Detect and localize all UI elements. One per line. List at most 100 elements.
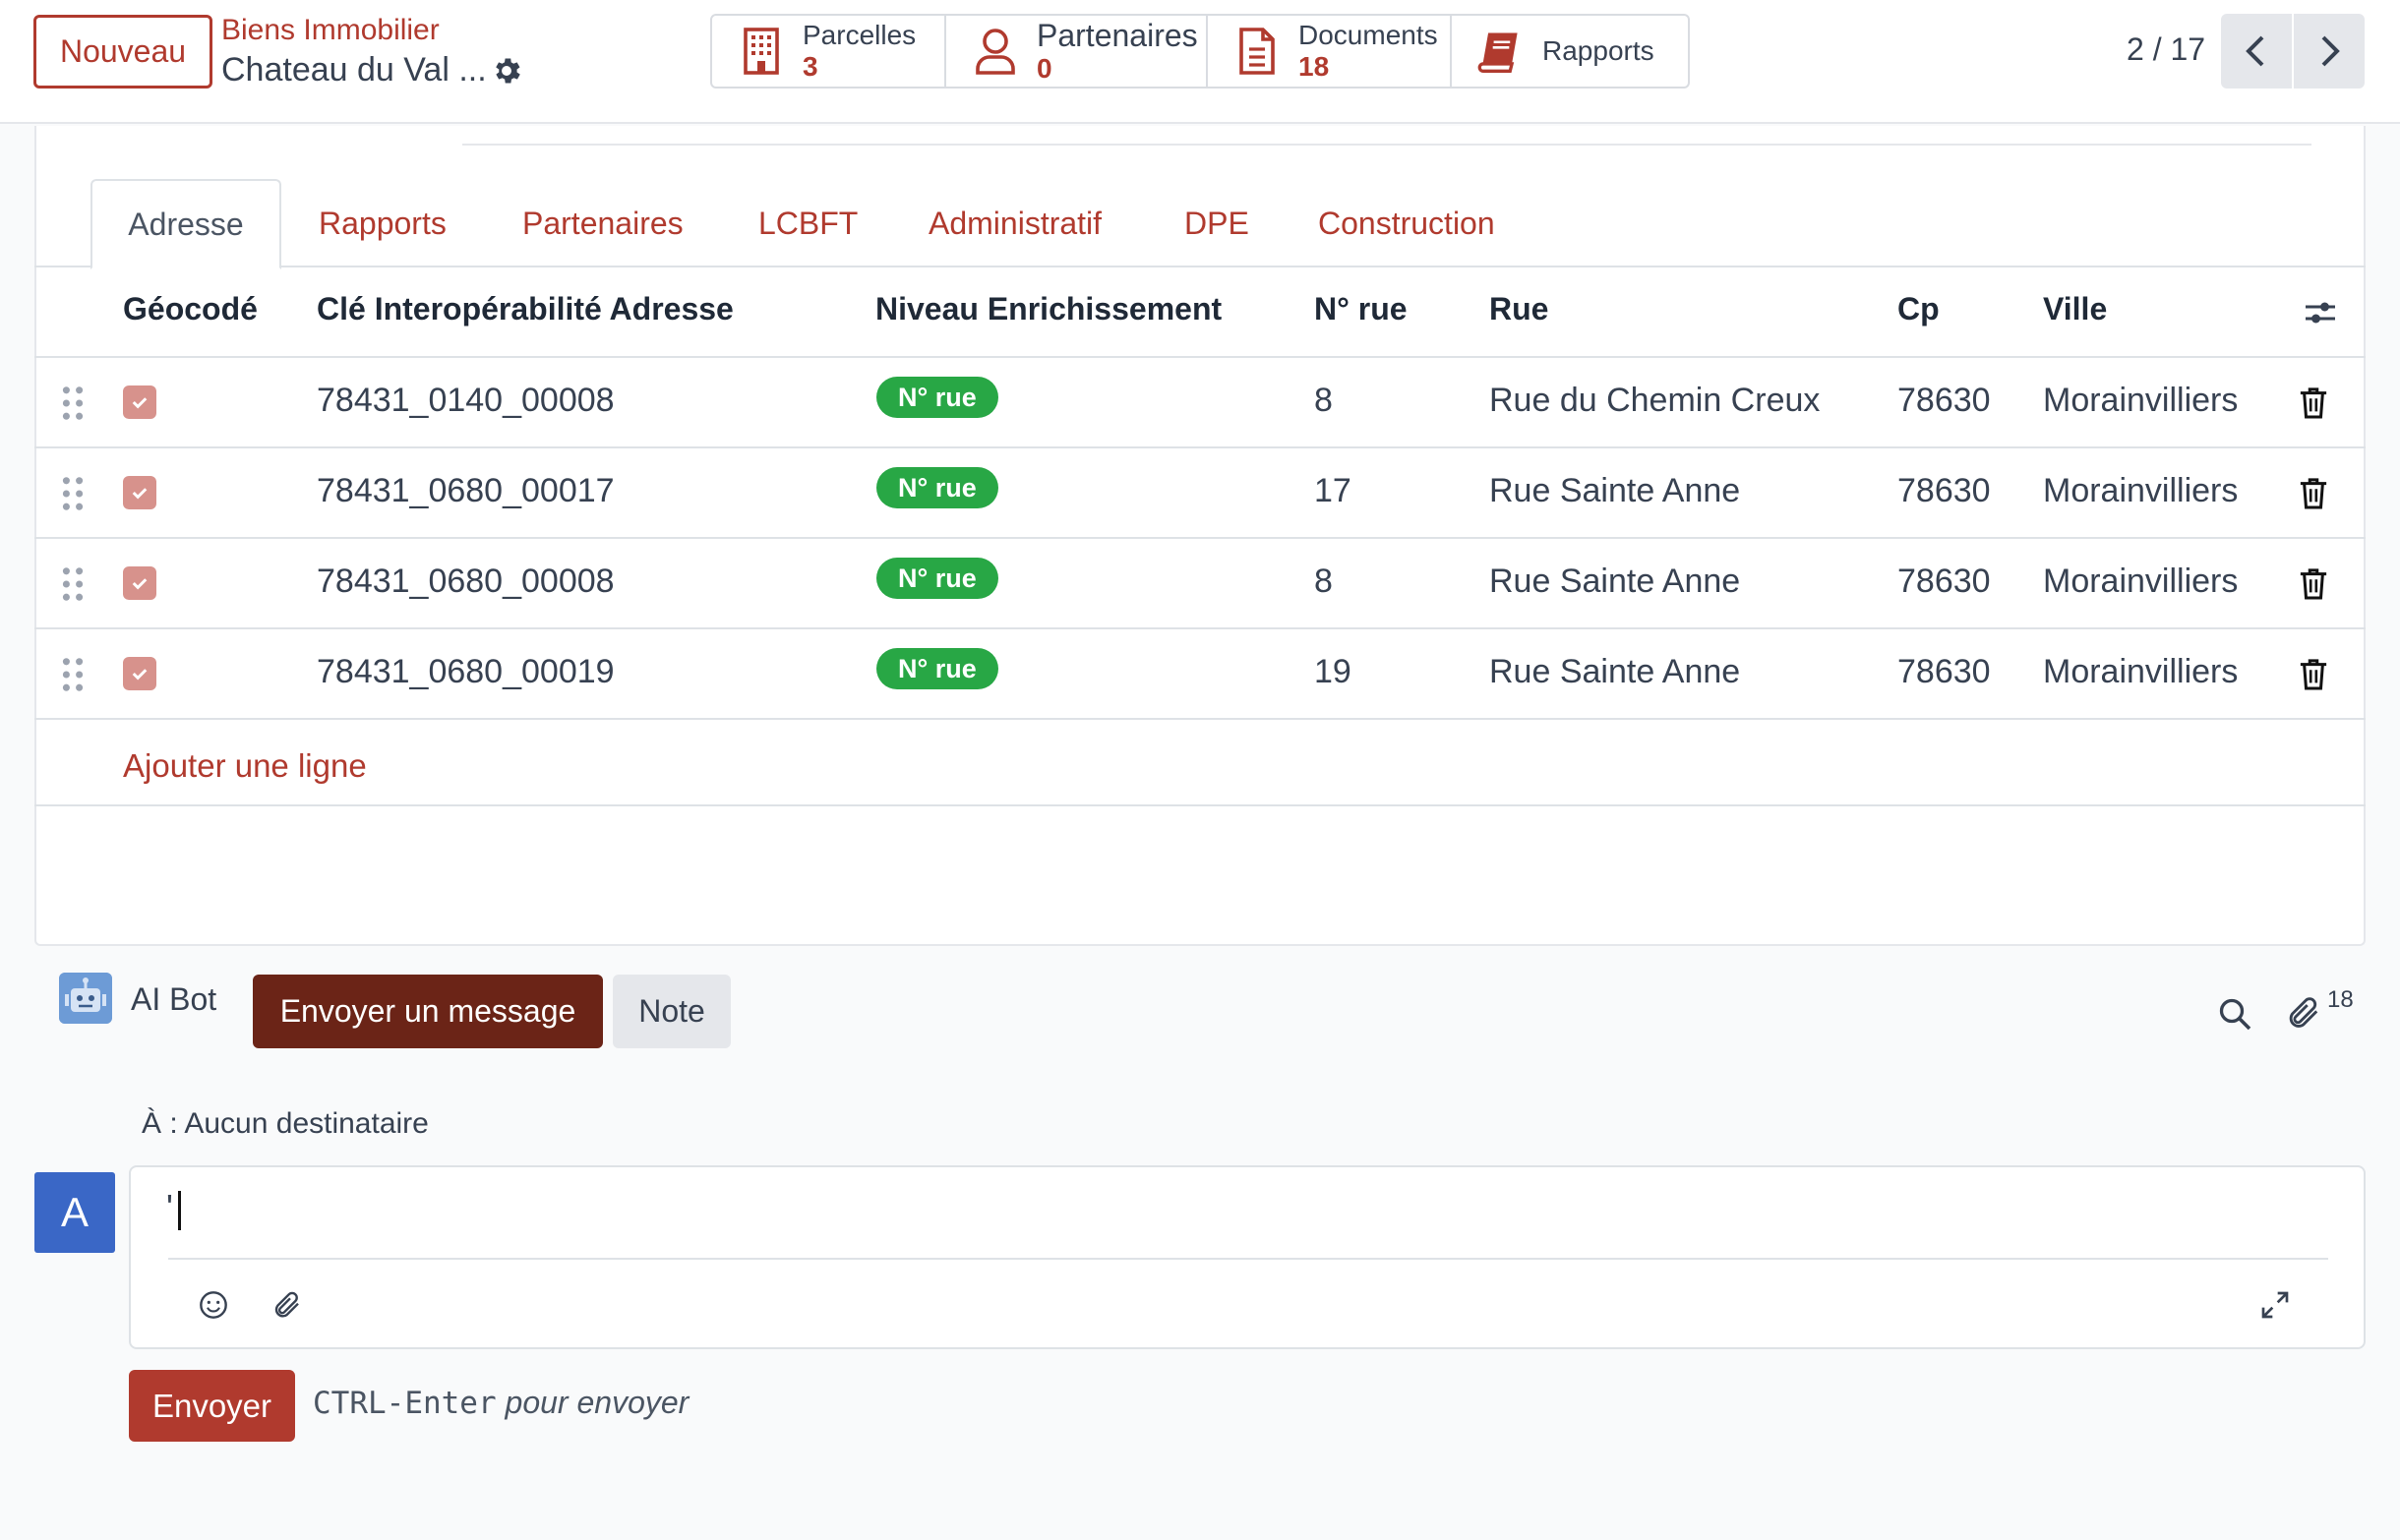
drag-handle-icon[interactable] [62, 476, 84, 511]
parcelles-label: Parcelles [803, 20, 917, 50]
cell-cp[interactable]: 78630 [1897, 563, 1991, 601]
cell-ville[interactable]: Morainvilliers [2043, 472, 2238, 510]
cell-ville[interactable]: Morainvilliers [2043, 653, 2238, 691]
geocode-checkbox[interactable] [123, 566, 156, 600]
message-composer[interactable]: ' [129, 1165, 2366, 1349]
column-header-niveau[interactable]: Niveau Enrichissement [875, 291, 1222, 327]
column-settings-icon[interactable] [2303, 295, 2338, 330]
drag-handle-icon[interactable] [62, 385, 84, 421]
log-note-button[interactable]: Note [613, 975, 731, 1048]
tab-rapports[interactable]: Rapports [319, 179, 447, 267]
shortcut-key: CTRL-Enter [313, 1386, 497, 1421]
user-icon [976, 29, 1015, 75]
table-row[interactable]: 78431_0680_00019 N° rue 19 Rue Sainte An… [34, 629, 2366, 720]
trash-icon[interactable] [2299, 385, 2328, 419]
geocode-checkbox[interactable] [123, 476, 156, 509]
column-header-cp[interactable]: Cp [1897, 291, 1940, 327]
geocode-checkbox[interactable] [123, 385, 156, 419]
cell-cle[interactable]: 78431_0680_00019 [317, 653, 615, 691]
drag-handle-icon[interactable] [62, 566, 84, 602]
check-icon [132, 578, 148, 590]
attach-file-icon[interactable] [270, 1289, 302, 1321]
bot-name: AI Bot [131, 981, 217, 1017]
chevron-left-icon [2246, 35, 2264, 67]
niveau-badge: N° rue [876, 377, 998, 418]
table-bottom-divider [34, 804, 2366, 806]
recipients-label: À : Aucun destinataire [142, 1107, 429, 1140]
gear-icon[interactable] [490, 54, 523, 88]
field-underline [462, 144, 2311, 146]
tab-administratif[interactable]: Administratif [929, 179, 1102, 267]
avatar: A [34, 1172, 115, 1253]
cell-rue[interactable]: Rue Sainte Anne [1489, 472, 1740, 510]
niveau-badge: N° rue [876, 648, 998, 689]
cell-ville[interactable]: Morainvilliers [2043, 563, 2238, 601]
documents-smart-button[interactable]: Documents 18 [1208, 14, 1452, 89]
cell-num[interactable]: 8 [1314, 563, 1333, 601]
breadcrumb-current: Chateau du Val ... [221, 51, 487, 89]
previous-record-button[interactable] [2221, 14, 2292, 89]
trash-icon[interactable] [2299, 566, 2328, 600]
attachment-count: 18 [2327, 986, 2354, 1013]
cell-cp[interactable]: 78630 [1897, 653, 1991, 691]
cell-cle[interactable]: 78431_0140_00008 [317, 382, 615, 420]
send-button[interactable]: Envoyer [129, 1370, 295, 1442]
shortcut-text: pour envoyer [505, 1385, 690, 1420]
cell-cle[interactable]: 78431_0680_00017 [317, 472, 615, 510]
rapports-smart-button[interactable]: Rapports [1452, 14, 1690, 89]
expand-icon[interactable] [2259, 1289, 2291, 1321]
partenaires-label: Partenaires [1037, 18, 1198, 53]
cell-num[interactable]: 17 [1314, 472, 1351, 510]
column-header-cle[interactable]: Clé Interopérabilité Adresse [317, 291, 734, 327]
next-record-button[interactable] [2294, 14, 2365, 89]
trash-icon[interactable] [2299, 476, 2328, 509]
send-shortcut-hint: CTRL-Enter pour envoyer [313, 1385, 689, 1421]
trash-icon[interactable] [2299, 657, 2328, 690]
send-message-button[interactable]: Envoyer un message [253, 975, 603, 1048]
composer-divider [168, 1258, 2328, 1260]
check-icon [132, 669, 148, 681]
tab-construction[interactable]: Construction [1318, 179, 1495, 267]
cell-num[interactable]: 19 [1314, 653, 1351, 691]
column-header-rue[interactable]: Rue [1489, 291, 1548, 327]
rapports-label: Rapports [1542, 35, 1654, 66]
cell-num[interactable]: 8 [1314, 382, 1333, 420]
tab-dpe[interactable]: DPE [1184, 179, 1249, 267]
cell-rue[interactable]: Rue du Chemin Creux [1489, 382, 1820, 420]
cell-rue[interactable]: Rue Sainte Anne [1489, 563, 1740, 601]
partenaires-count: 0 [1037, 53, 1052, 84]
message-input[interactable]: ' [166, 1187, 173, 1228]
breadcrumb-parent[interactable]: Biens Immobilier [221, 14, 440, 47]
cell-cle[interactable]: 78431_0680_00008 [317, 563, 615, 601]
documents-label: Documents [1298, 20, 1438, 50]
cell-cp[interactable]: 78630 [1897, 472, 1991, 510]
niveau-badge: N° rue [876, 558, 998, 599]
pager-value[interactable]: 2 / 17 [2127, 31, 2205, 68]
tab-lcbft[interactable]: LCBFT [758, 179, 858, 267]
add-line-link[interactable]: Ajouter une ligne [123, 747, 367, 785]
search-icon[interactable] [2217, 996, 2252, 1032]
tab-adresse[interactable]: Adresse [90, 179, 281, 269]
new-button[interactable]: Nouveau [33, 15, 212, 89]
niveau-badge: N° rue [876, 467, 998, 508]
robot-icon [59, 973, 112, 1024]
table-row[interactable]: 78431_0680_00017 N° rue 17 Rue Sainte An… [34, 448, 2366, 539]
file-icon [1239, 28, 1275, 75]
emoji-icon[interactable] [198, 1289, 229, 1321]
column-header-num[interactable]: N° rue [1314, 291, 1408, 327]
cell-ville[interactable]: Morainvilliers [2043, 382, 2238, 420]
cell-rue[interactable]: Rue Sainte Anne [1489, 653, 1740, 691]
paperclip-icon[interactable] [2284, 993, 2321, 1033]
text-caret [178, 1191, 181, 1230]
column-header-ville[interactable]: Ville [2043, 291, 2107, 327]
parcelles-count: 3 [803, 51, 818, 82]
drag-handle-icon[interactable] [62, 657, 84, 692]
table-row[interactable]: 78431_0680_00008 N° rue 8 Rue Sainte Ann… [34, 539, 2366, 629]
parcelles-smart-button[interactable]: Parcelles 3 [710, 14, 946, 89]
geocode-checkbox[interactable] [123, 657, 156, 690]
tab-partenaires[interactable]: Partenaires [522, 179, 684, 267]
column-header-geocode[interactable]: Géocodé [123, 291, 258, 327]
cell-cp[interactable]: 78630 [1897, 382, 1991, 420]
table-row[interactable]: 78431_0140_00008 N° rue 8 Rue du Chemin … [34, 358, 2366, 448]
partenaires-smart-button[interactable]: Partenaires 0 [946, 14, 1208, 89]
